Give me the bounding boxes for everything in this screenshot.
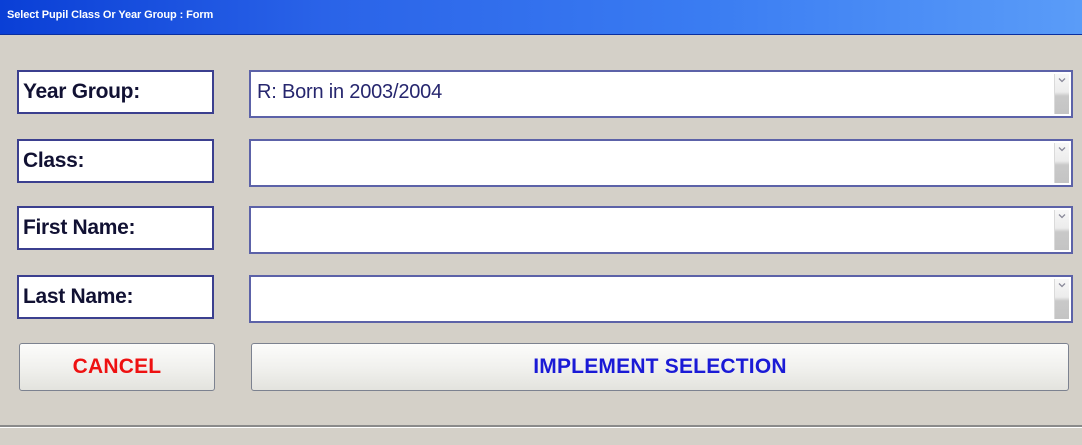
first-name-label-box: First Name:	[17, 206, 214, 250]
last-name-label: Last Name:	[23, 285, 134, 308]
last-name-dropdown-button[interactable]	[1054, 279, 1069, 319]
chevron-down-icon	[1058, 214, 1066, 219]
title-bar[interactable]: Select Pupil Class Or Year Group : Form	[0, 0, 1082, 35]
year-group-value: R: Born in 2003/2004	[257, 81, 443, 103]
first-name-select[interactable]	[249, 206, 1073, 254]
year-group-dropdown-button[interactable]	[1054, 74, 1069, 114]
last-name-select[interactable]	[249, 275, 1073, 323]
class-label-box: Class:	[17, 139, 214, 183]
implement-selection-button[interactable]: IMPLEMENT SELECTION	[251, 343, 1069, 391]
class-dropdown-button[interactable]	[1054, 143, 1069, 183]
class-select[interactable]	[249, 139, 1073, 187]
chevron-down-icon	[1058, 147, 1066, 152]
window-bottom-divider	[0, 425, 1082, 428]
cancel-button[interactable]: CANCEL	[19, 343, 215, 391]
year-group-label-box: Year Group:	[17, 70, 214, 114]
last-name-label-box: Last Name:	[17, 275, 214, 319]
year-group-label: Year Group:	[23, 80, 140, 103]
first-name-dropdown-button[interactable]	[1054, 210, 1069, 250]
chevron-down-icon	[1058, 283, 1066, 288]
first-name-label: First Name:	[23, 216, 136, 239]
class-label: Class:	[23, 149, 85, 172]
window-title: Select Pupil Class Or Year Group : Form	[7, 9, 214, 21]
year-group-select[interactable]: R: Born in 2003/2004	[249, 70, 1073, 118]
chevron-down-icon	[1058, 78, 1066, 83]
form-window: Select Pupil Class Or Year Group : Form …	[0, 0, 1082, 445]
